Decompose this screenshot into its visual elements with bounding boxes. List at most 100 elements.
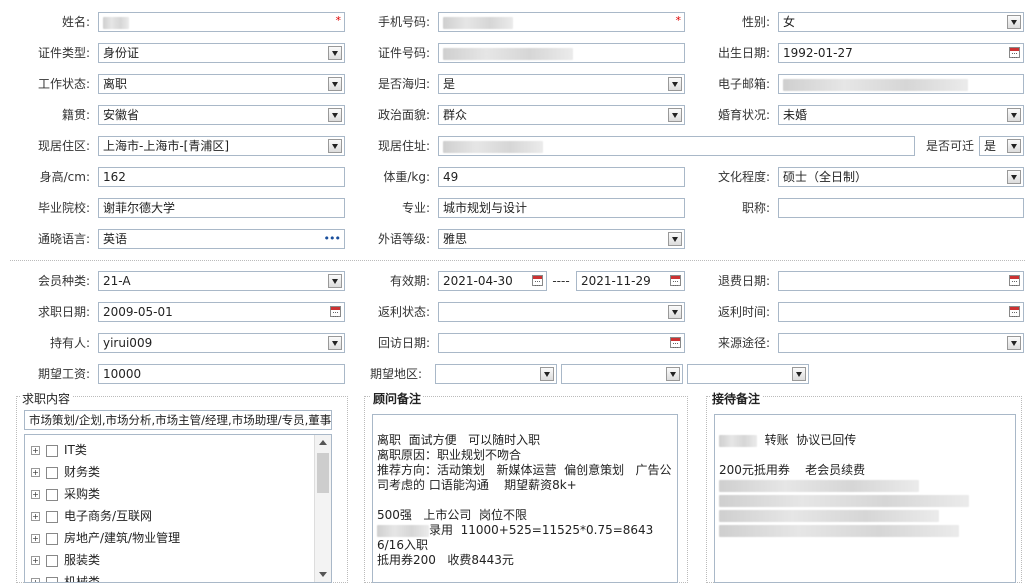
idtype-select[interactable]: 身份证 — [98, 43, 345, 63]
school-input[interactable]: 谢菲尔德大学 — [98, 198, 345, 218]
chevron-down-icon[interactable] — [540, 367, 554, 381]
marital-select[interactable]: 未婚 — [778, 105, 1024, 125]
title-input[interactable] — [778, 198, 1024, 218]
calendar-icon[interactable] — [1009, 275, 1020, 286]
name-input[interactable]: * — [98, 12, 345, 32]
calendar-icon[interactable] — [670, 275, 681, 286]
calendar-icon[interactable] — [532, 275, 543, 286]
chevron-down-icon[interactable] — [668, 232, 682, 246]
salary-value: 10000 — [103, 367, 142, 381]
language-input[interactable]: 英语 ••• — [98, 229, 345, 249]
email-input[interactable] — [778, 74, 1024, 94]
valid-to-input[interactable]: 2021-11-29 — [576, 271, 685, 291]
holder-select[interactable]: yirui009 — [98, 333, 345, 353]
scroll-thumb[interactable] — [317, 453, 329, 493]
chevron-down-icon[interactable] — [328, 46, 342, 60]
jobseek-date-input[interactable]: 2009-05-01 — [98, 302, 345, 322]
salary-input[interactable]: 10000 — [98, 364, 345, 384]
visit-date-label: 回访日期: — [377, 336, 430, 350]
gender-label: 性别: — [741, 15, 770, 29]
birth-date-input[interactable]: 1992-01-27 — [778, 43, 1024, 63]
calendar-icon[interactable] — [330, 306, 341, 317]
weight-value: 49 — [443, 170, 459, 184]
job-summary-input[interactable]: 市场策划/企划,市场分析,市场主管/经理,市场助理/专员,董事 — [24, 410, 332, 430]
tree-node[interactable]: + 财务类 — [31, 463, 100, 481]
expand-icon[interactable]: + — [31, 512, 40, 521]
foreign-level-value: 雅思 — [443, 232, 468, 246]
chevron-down-icon[interactable] — [668, 77, 682, 91]
rebate-time-input[interactable] — [778, 302, 1024, 322]
tree-scrollbar[interactable] — [314, 435, 331, 582]
overseas-select[interactable]: 是 — [438, 74, 685, 94]
calendar-icon[interactable] — [1009, 47, 1020, 58]
calendar-icon[interactable] — [1009, 306, 1020, 317]
checkbox[interactable] — [46, 444, 58, 457]
advisor-notes-textarea[interactable]: 离职 面试方便 可以随时入职 离职原因：职业规划不吻合 推荐方向：活动策划 新媒体运… — [372, 414, 678, 583]
scroll-down-icon[interactable] — [315, 568, 331, 582]
reception-notes-textarea[interactable]: 转账 协议已回传 200元抵用券 老会员续费 — [714, 414, 1016, 583]
education-select[interactable]: 硕士（全日制） — [778, 167, 1024, 187]
chevron-down-icon[interactable] — [1007, 15, 1021, 29]
chevron-down-icon[interactable] — [328, 139, 342, 153]
tree-node[interactable]: + 服装类 — [31, 551, 100, 569]
political-select[interactable]: 群众 — [438, 105, 685, 125]
checkbox[interactable] — [46, 488, 58, 501]
chevron-down-icon[interactable] — [328, 77, 342, 91]
expand-icon[interactable]: + — [31, 578, 40, 582]
idno-input[interactable] — [438, 43, 685, 63]
chevron-down-icon[interactable] — [328, 336, 342, 350]
height-input[interactable]: 162 — [98, 167, 345, 187]
chevron-down-icon[interactable] — [666, 367, 680, 381]
expand-icon[interactable]: + — [31, 534, 40, 543]
chevron-down-icon[interactable] — [1007, 170, 1021, 184]
expand-icon[interactable]: + — [31, 446, 40, 455]
chevron-down-icon[interactable] — [328, 108, 342, 122]
more-options-icon[interactable]: ••• — [324, 230, 341, 248]
source-select[interactable] — [778, 333, 1024, 353]
checkbox[interactable] — [46, 532, 58, 545]
tree-node[interactable]: + 机械类 — [31, 573, 100, 582]
reception-notes-title: 接待备注 — [710, 391, 763, 407]
member-type-select[interactable]: 21-A — [98, 271, 345, 291]
address-input[interactable] — [438, 136, 915, 156]
rebate-status-select[interactable] — [438, 302, 685, 322]
tree-node[interactable]: + 电子商务/互联网 — [31, 507, 152, 525]
expand-icon[interactable]: + — [31, 468, 40, 477]
valid-from-input[interactable]: 2021-04-30 — [438, 271, 547, 291]
education-label: 文化程度: — [717, 170, 770, 184]
section-divider — [10, 260, 1025, 261]
native-select[interactable]: 安徽省 — [98, 105, 345, 125]
chevron-down-icon[interactable] — [792, 367, 806, 381]
tree-node[interactable]: + 采购类 — [31, 485, 100, 503]
chevron-down-icon[interactable] — [1007, 108, 1021, 122]
chevron-down-icon[interactable] — [1007, 139, 1021, 153]
checkbox[interactable] — [46, 466, 58, 479]
checkbox[interactable] — [46, 510, 58, 523]
area-province-select[interactable] — [435, 364, 557, 384]
refund-date-input[interactable] — [778, 271, 1024, 291]
chevron-down-icon[interactable] — [668, 108, 682, 122]
gender-select[interactable]: 女 — [778, 12, 1024, 32]
weight-input[interactable]: 49 — [438, 167, 685, 187]
checkbox[interactable] — [46, 576, 58, 582]
major-input[interactable]: 城市规划与设计 — [438, 198, 685, 218]
height-value: 162 — [103, 170, 126, 184]
calendar-icon[interactable] — [670, 337, 681, 348]
chevron-down-icon[interactable] — [668, 305, 682, 319]
foreign-level-select[interactable]: 雅思 — [438, 229, 685, 249]
phone-input[interactable]: * — [438, 12, 685, 32]
tree-node[interactable]: + 房地产/建筑/物业管理 — [31, 529, 180, 547]
tree-node[interactable]: + IT类 — [31, 441, 87, 459]
scroll-up-icon[interactable] — [315, 435, 331, 449]
visit-date-input[interactable] — [438, 333, 685, 353]
workstatus-select[interactable]: 离职 — [98, 74, 345, 94]
area-city-select[interactable] — [561, 364, 683, 384]
checkbox[interactable] — [46, 554, 58, 567]
relocate-select[interactable]: 是 — [979, 136, 1024, 156]
chevron-down-icon[interactable] — [1007, 336, 1021, 350]
expand-icon[interactable]: + — [31, 556, 40, 565]
residence-select[interactable]: 上海市-上海市-[青浦区] — [98, 136, 345, 156]
area-district-select[interactable] — [687, 364, 809, 384]
chevron-down-icon[interactable] — [328, 274, 342, 288]
expand-icon[interactable]: + — [31, 490, 40, 499]
